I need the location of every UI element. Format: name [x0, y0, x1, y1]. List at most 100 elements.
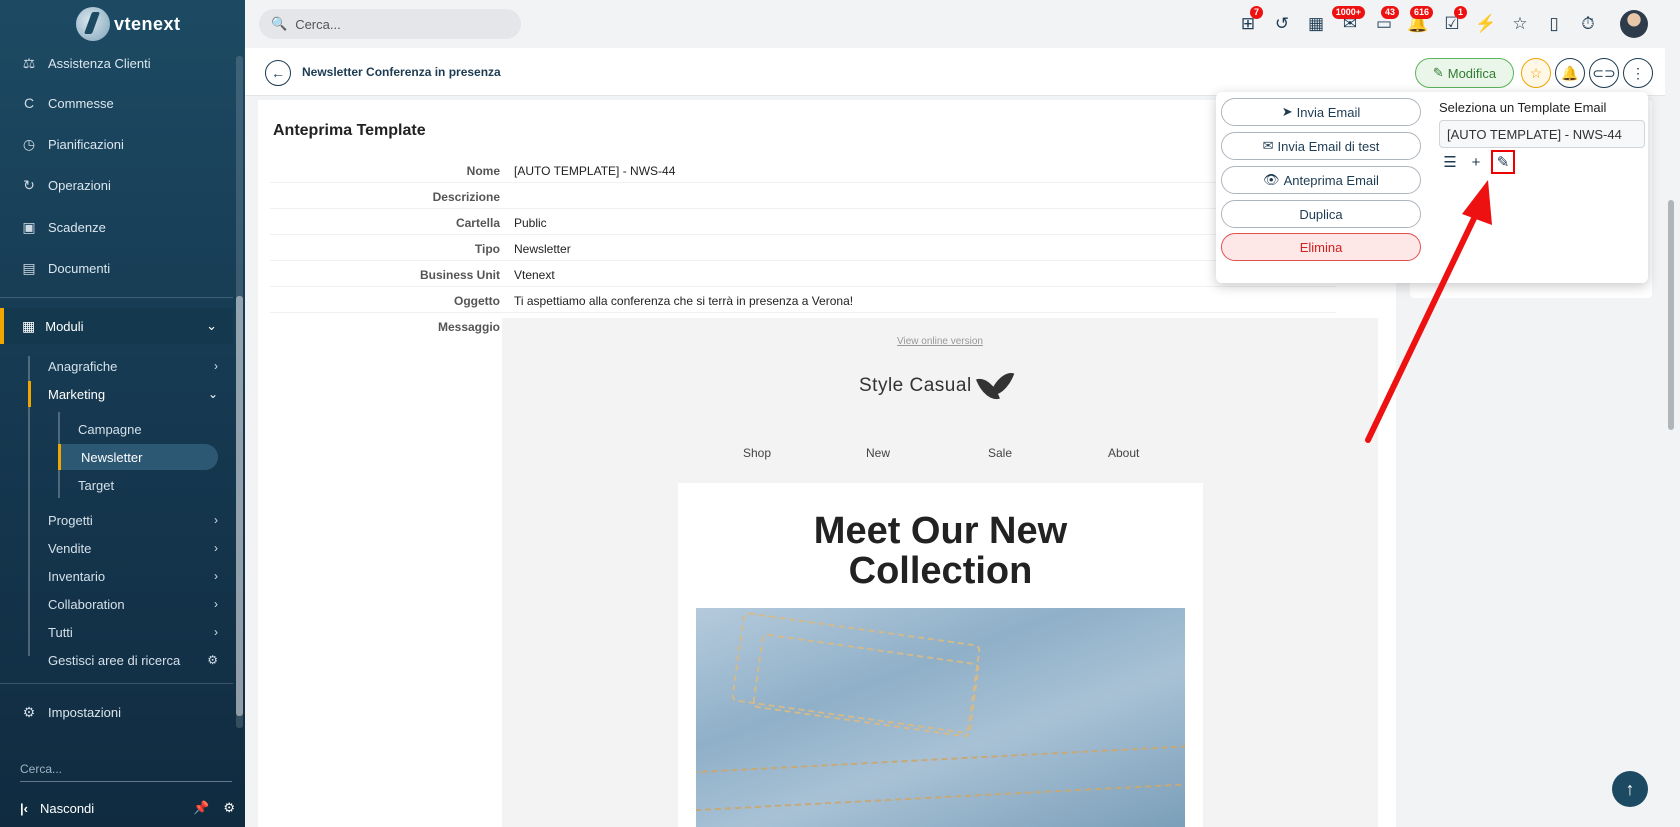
divider	[0, 683, 233, 684]
submenu-anagrafiche[interactable]: Anagrafiche ›	[48, 353, 218, 379]
star-icon: ☆	[1529, 64, 1543, 81]
chevron-right-icon: ›	[214, 597, 218, 611]
sidebar-item-operazioni[interactable]: ↻ Operazioni	[0, 168, 245, 202]
button-label: Invia Email di test	[1277, 138, 1380, 154]
document-icon[interactable]: ▯	[1537, 8, 1571, 40]
edit-template-icon[interactable]: ✎	[1491, 150, 1515, 174]
tasks-icon[interactable]: ☑ 1	[1435, 6, 1469, 40]
sidebar-search-input[interactable]: Cerca...	[20, 758, 232, 782]
submenu-vendite[interactable]: Vendite ›	[48, 535, 218, 561]
folder-icon: ▤	[22, 259, 36, 276]
email-brand: Style Casual	[859, 368, 1014, 404]
calendar-x-icon: ▣	[22, 218, 36, 235]
button-label: Invia Email	[1296, 104, 1361, 120]
scrollbar-thumb[interactable]	[1668, 200, 1674, 430]
submenu-gestisci-aree[interactable]: Gestisci aree di ricerca ⚙	[48, 647, 218, 673]
submenu-target[interactable]: Target	[58, 472, 218, 498]
edit-button[interactable]: ✎ Modifica	[1415, 58, 1514, 88]
submenu-progetti[interactable]: Progetti ›	[48, 507, 218, 533]
submenu-label: Collaboration	[48, 596, 125, 612]
chevron-right-icon: ›	[214, 359, 218, 373]
gear-icon[interactable]: ⚙	[223, 800, 235, 816]
chevron-right-icon: ›	[214, 541, 218, 555]
email-nav-shop[interactable]: Shop	[743, 446, 771, 460]
list-icon[interactable]: ☰	[1439, 151, 1461, 173]
sidebar-item-scadenze[interactable]: ▣ Scadenze	[0, 210, 245, 244]
submenu-newsletter[interactable]: Newsletter	[58, 444, 218, 470]
template-select-field[interactable]: [AUTO TEMPLATE] - NWS-44	[1439, 120, 1645, 148]
preview-email-button[interactable]: 👁 Anteprima Email	[1221, 166, 1421, 194]
more-button[interactable]: ⋮	[1623, 58, 1653, 88]
grid-icon: ▦	[22, 317, 36, 334]
section-title: Anteprima Template	[273, 122, 426, 139]
plus-icon[interactable]: +	[1465, 151, 1487, 173]
field-row: Cartella Public	[270, 209, 1336, 235]
mail-icon[interactable]: ✉ 1000+	[1331, 6, 1367, 40]
sidebar-item-label: Assistenza Clienti	[48, 55, 151, 71]
back-button[interactable]: ←	[265, 60, 291, 86]
notification-badge: 1000+	[1331, 6, 1365, 19]
send-icon: ➤	[1281, 104, 1293, 119]
app-name: vtenext	[114, 13, 181, 34]
history-icon[interactable]: ↺	[1265, 8, 1299, 40]
email-nav-new[interactable]: New	[866, 446, 890, 460]
submenu-campagne[interactable]: Campagne	[58, 416, 218, 442]
topbar: 🔍 Cerca... ⊞ 7 ↺ ▦ ✉ 1000+ ▭ 43 🔔 616 ☑ 1 ⚡ ☆…	[245, 0, 1680, 48]
submenu-tutti[interactable]: Tutti ›	[48, 619, 218, 645]
submenu-marketing[interactable]: Marketing ⌄	[28, 381, 218, 407]
field-value: Vtenext	[514, 268, 555, 282]
star-icon[interactable]: ☆	[1503, 8, 1537, 40]
lightning-icon[interactable]: ⚡	[1469, 8, 1503, 40]
favorite-button[interactable]: ☆	[1521, 58, 1551, 88]
sidebar-item-assistenza-clienti[interactable]: ⚖ Assistenza Clienti	[0, 46, 245, 80]
chevron-right-icon: ›	[214, 513, 218, 527]
stopwatch-icon[interactable]: ⏱	[1571, 8, 1605, 40]
page-scrollbar[interactable]	[1666, 50, 1676, 825]
headline-line-2: Collection	[848, 550, 1033, 592]
send-email-button[interactable]: ➤ Invia Email	[1221, 98, 1421, 126]
calendar-icon[interactable]: ▦	[1299, 8, 1333, 40]
pencil-icon: ✎	[1432, 65, 1444, 80]
delete-button[interactable]: Elimina	[1221, 233, 1421, 261]
pin-icon[interactable]: 📌	[193, 800, 209, 816]
gear-icon[interactable]: ⚙	[207, 653, 218, 667]
scroll-to-top-button[interactable]: ↑	[1612, 771, 1648, 807]
c-icon: C	[23, 95, 35, 111]
mail-icon: ✉	[1262, 138, 1274, 153]
submenu-inventario[interactable]: Inventario ›	[48, 563, 218, 589]
duplicate-button[interactable]: Duplica	[1221, 200, 1421, 228]
brand-name: Style Casual	[859, 375, 972, 396]
avatar[interactable]	[1620, 10, 1648, 38]
hierarchy-icon[interactable]: ⊞ 7	[1231, 6, 1265, 40]
sidebar-item-moduli[interactable]: ▦ Moduli ⌄	[0, 308, 233, 344]
global-search-input[interactable]: 🔍 Cerca...	[259, 9, 521, 39]
field-row: Tipo Newsletter	[270, 235, 1336, 261]
collapse-icon: |‹	[20, 800, 28, 816]
bell-icon[interactable]: 🔔 616	[1401, 6, 1435, 40]
sidebar-item-label: Commesse	[48, 95, 114, 111]
sidebar-item-label: Documenti	[48, 260, 111, 276]
hide-label: Nascondi	[39, 800, 95, 816]
notification-badge: 7	[1249, 6, 1263, 19]
field-label: Descrizione	[432, 190, 500, 204]
sidebar-item-commesse[interactable]: C Commesse	[0, 86, 245, 120]
sidebar-item-documenti[interactable]: ▤ Documenti	[0, 251, 245, 285]
submenu-collaboration[interactable]: Collaboration ›	[48, 591, 218, 617]
sidebar-item-impostazioni[interactable]: ⚙ Impostazioni	[0, 695, 245, 729]
link-button[interactable]: ⊂⊃	[1589, 58, 1619, 88]
app-logo[interactable]: vtenext	[76, 6, 186, 42]
email-nav-about[interactable]: About	[1108, 446, 1139, 460]
field-label: Nome	[466, 164, 500, 178]
view-online-link[interactable]: View online version	[502, 336, 1378, 347]
notification-badge: 616	[1409, 6, 1433, 19]
send-test-email-button[interactable]: ✉ Invia Email di test	[1221, 132, 1421, 160]
scrollbar-thumb[interactable]	[236, 296, 243, 716]
leaf-logo-icon	[978, 368, 1014, 404]
notification-button[interactable]: 🔔	[1555, 58, 1585, 88]
sidebar-item-pianificazioni[interactable]: ◷ Pianificazioni	[0, 127, 245, 161]
email-nav-sale[interactable]: Sale	[988, 446, 1012, 460]
sidebar-scrollbar[interactable]	[236, 56, 243, 728]
notification-badge: 43	[1380, 6, 1399, 19]
hide-sidebar-button[interactable]: |‹ Nascondi 📌 ⚙	[20, 800, 235, 816]
chat-icon[interactable]: ▭ 43	[1367, 6, 1401, 40]
